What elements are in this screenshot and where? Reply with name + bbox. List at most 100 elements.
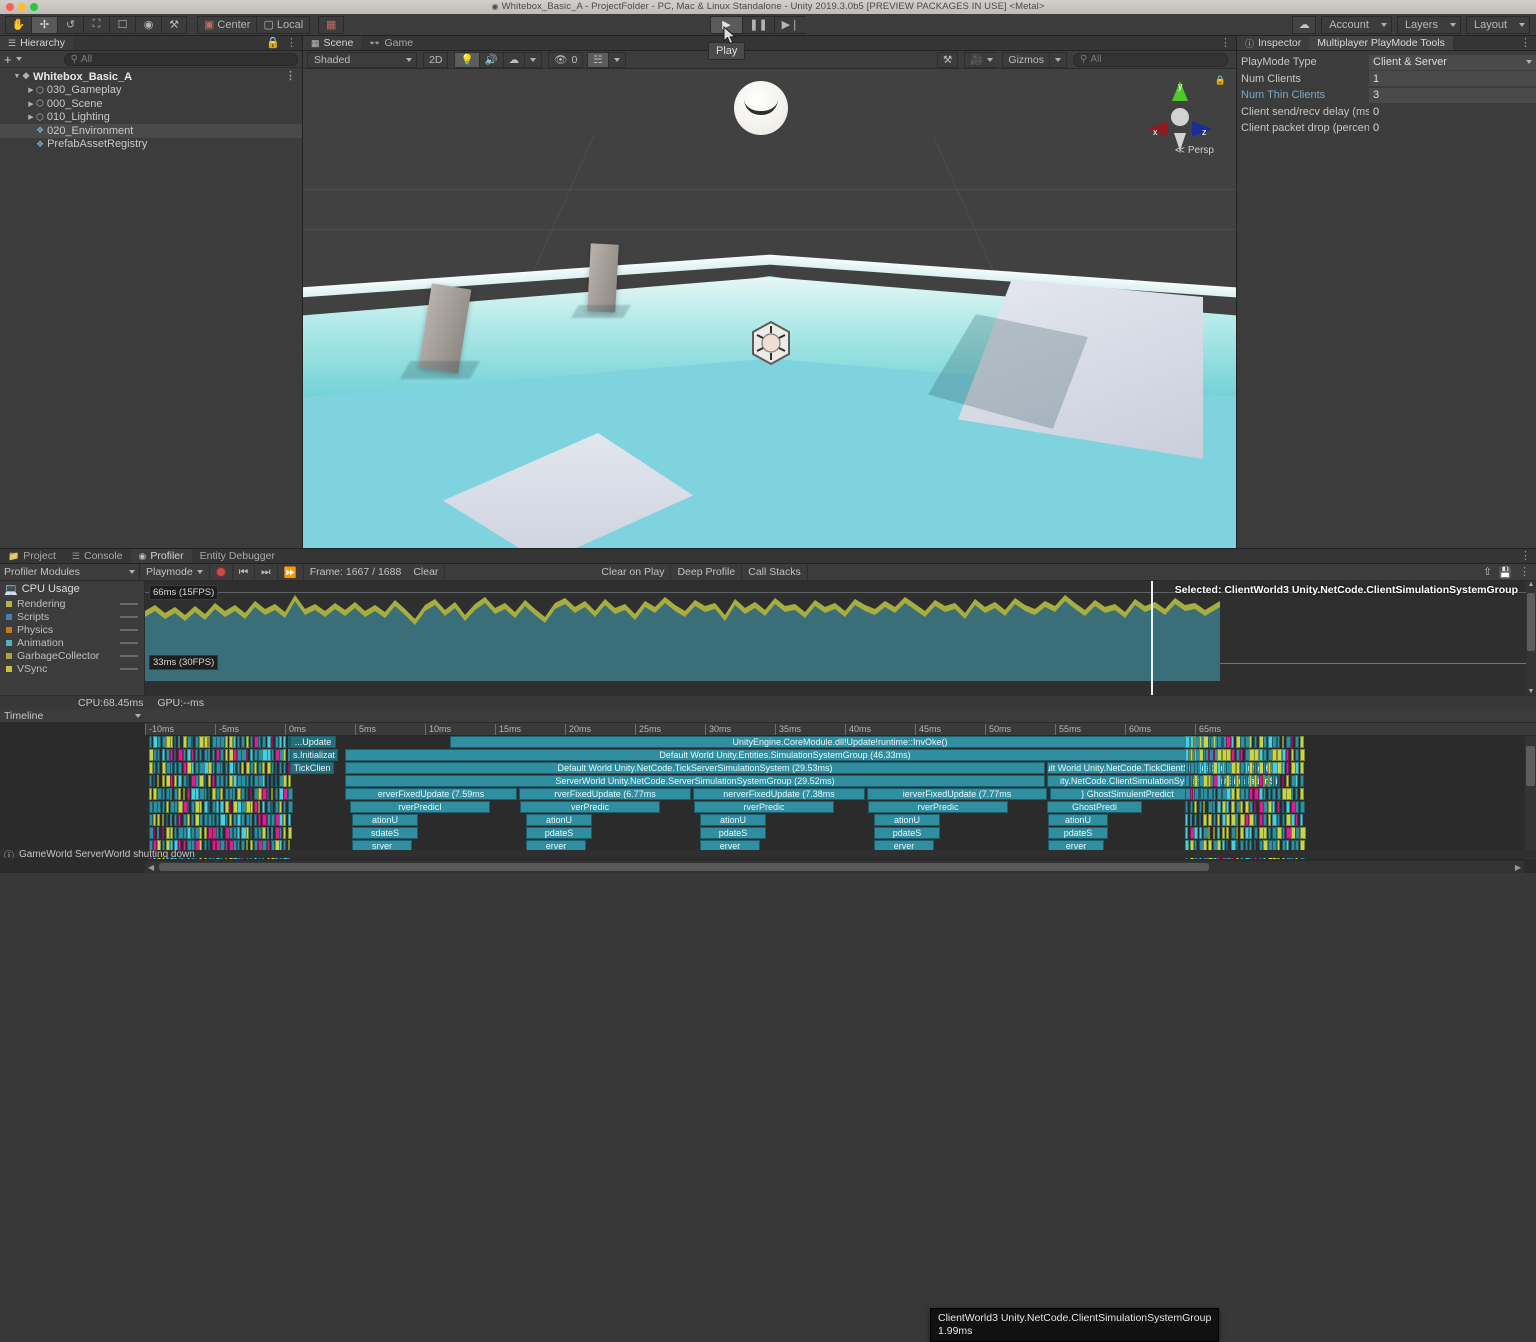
flame-block[interactable] [220,749,224,761]
hierarchy-menu-icon[interactable]: ⋮ [286,37,297,49]
flame-block[interactable] [270,788,274,800]
flame-block[interactable] [157,749,161,761]
flame-block[interactable] [1281,762,1285,774]
flame-block[interactable] [212,749,215,761]
tab-project[interactable]: 📁 Project [0,549,64,563]
flame-block[interactable] [1272,814,1277,826]
flame-block[interactable] [1198,827,1203,839]
deep-profile-toggle[interactable]: Deep Profile [671,564,743,580]
flame-block[interactable] [224,775,229,787]
flame-block[interactable] [1290,736,1294,748]
flame-block[interactable] [279,827,283,839]
transform-tools-group[interactable]: ✋ ✢ ↺ ⛶ ☐ ◉ ⚒ [5,15,187,34]
scene-lighting-icon[interactable]: 💡 [454,51,479,68]
flame-block[interactable] [1212,749,1216,761]
play-button[interactable]: ▶ [710,15,742,34]
flame-block[interactable] [1249,775,1252,787]
flame-block[interactable] [224,762,229,774]
transform-tool-button[interactable]: ◉ [135,15,161,34]
flame-block[interactable] [1263,814,1267,826]
flame-block[interactable] [1221,736,1225,748]
flame-block[interactable] [1295,736,1300,748]
flame-block[interactable] [165,801,169,813]
flame-block[interactable] [170,788,173,800]
inspector-row-num-thin-clients[interactable]: Num Thin Clients 3 [1237,87,1536,104]
sun-object[interactable] [734,81,788,135]
player-character[interactable] [748,320,794,366]
flame-block[interactable] [1231,788,1235,800]
flame-block[interactable] [224,749,229,761]
flame-block[interactable] [237,827,241,839]
flame-block[interactable] [287,801,293,813]
flame-block[interactable] [1212,827,1215,839]
flame-block[interactable] [1198,736,1202,748]
flame-block[interactable] [212,762,215,774]
flame-block[interactable] [1258,775,1263,787]
profiler-module-garbagecollector[interactable]: GarbageCollector [0,649,144,662]
flame-block[interactable] [1240,827,1245,839]
flame-block[interactable]: ...Update [290,736,336,748]
flame-block[interactable] [1272,788,1277,800]
flame-block[interactable] [228,801,232,813]
scene-gizmo-lock-icon[interactable]: 🔒 [1215,75,1226,86]
move-tool-button[interactable]: ✢ [31,15,57,34]
profiler-module-vsync[interactable]: VSync [0,662,144,675]
tab-hierarchy[interactable]: ☰ Hierarchy [0,36,74,50]
flame-block[interactable] [270,827,274,839]
flame-block[interactable] [283,814,287,826]
chevron-down-icon[interactable] [15,57,22,61]
flame-block[interactable] [170,736,173,748]
flame-block[interactable] [1189,814,1193,826]
flame-block[interactable] [1208,736,1211,748]
flame-block[interactable] [1203,814,1207,826]
scroll-right-icon[interactable]: ▶ [1512,863,1524,872]
timeline-vscroll-thumb[interactable] [1526,746,1535,786]
flame-block[interactable]: rverPredic [868,801,1008,813]
flame-block[interactable] [212,788,216,800]
flame-block[interactable] [1281,775,1284,787]
flame-block[interactable] [161,788,165,800]
flame-block[interactable] [1300,775,1304,787]
flame-block[interactable] [195,749,199,761]
flame-block[interactable] [153,814,156,826]
inspector-row-client-packet-drop-percen[interactable]: Client packet drop (percen 0 [1237,120,1536,137]
flame-block[interactable] [1295,749,1299,761]
pivot-mode-button[interactable]: ▣ Center [197,15,257,34]
flame-block[interactable] [1244,827,1249,839]
step-button[interactable]: ▶❘ [774,15,806,34]
flame-block[interactable] [1300,788,1304,800]
flame-block[interactable] [174,827,177,839]
flame-block[interactable] [1235,788,1240,800]
flame-block[interactable]: s.Initializat [290,749,338,761]
flame-block[interactable] [283,827,287,839]
flame-block[interactable] [1217,814,1220,826]
flame-block[interactable] [1295,788,1299,800]
flame-block[interactable] [149,736,153,748]
flame-block[interactable] [207,736,210,748]
flame-block[interactable]: pdateS [1048,827,1108,839]
flame-block[interactable]: nerverFixedUpdate (7.38ms [693,788,865,800]
flame-block[interactable] [233,788,236,800]
flame-block[interactable] [1194,814,1198,826]
add-object-button[interactable]: + [4,53,12,66]
flame-block[interactable] [199,801,202,813]
flame-block[interactable] [207,788,211,800]
flame-block[interactable] [258,801,261,813]
2d-toggle-button[interactable]: 2D [423,51,449,68]
flame-block[interactable] [178,736,181,748]
last-frame-icon[interactable]: ⏩ [278,564,304,580]
gizmos-button[interactable]: Gizmos [1002,51,1049,68]
flame-block[interactable] [1221,827,1225,839]
flame-block[interactable] [1277,788,1281,800]
flame-block[interactable]: erverFixedUpdate (7.59ms [345,788,517,800]
flame-block[interactable] [174,788,178,800]
hand-tool-button[interactable]: ✋ [5,15,31,34]
flame-block[interactable] [1286,775,1289,787]
flame-block[interactable] [283,775,287,787]
flame-block[interactable] [1300,762,1304,774]
scene-visibility-dropdown[interactable] [607,51,626,68]
scroll-left-icon[interactable]: ◀ [145,863,157,872]
flame-block[interactable] [1263,762,1266,774]
flame-block[interactable] [1263,749,1267,761]
flame-block[interactable] [182,749,187,761]
